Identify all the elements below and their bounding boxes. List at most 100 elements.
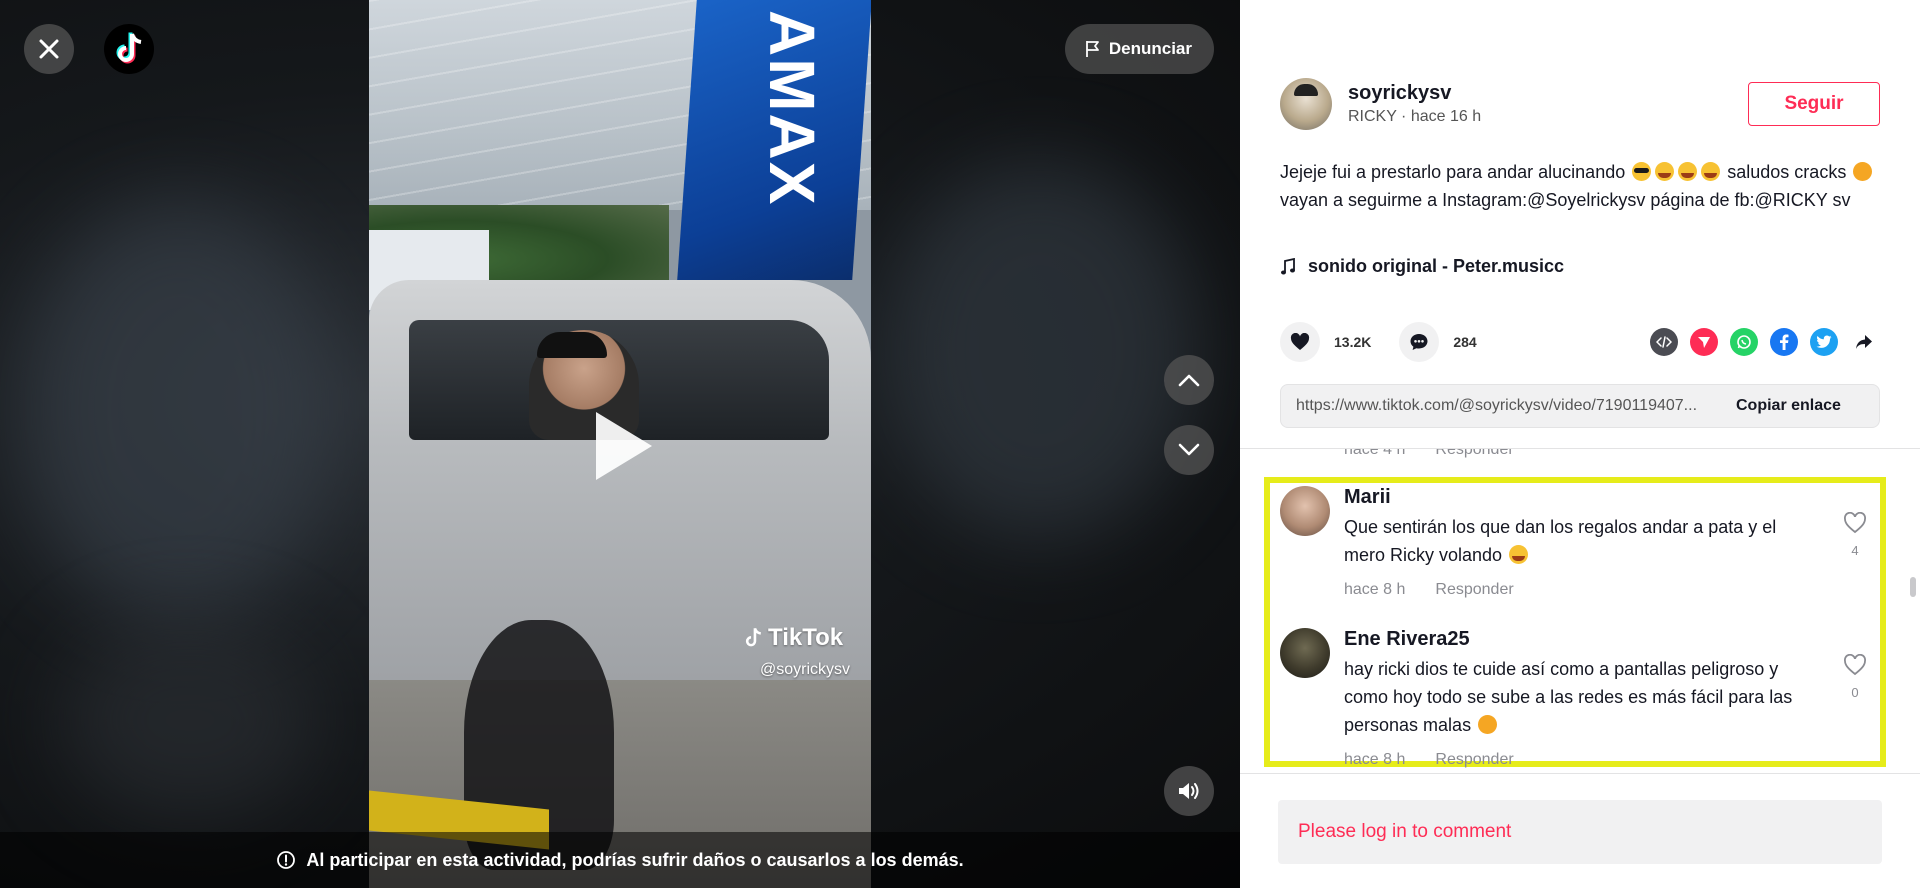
comment-icon [1410, 334, 1428, 350]
author-nickname: RICKY [1348, 108, 1397, 125]
watermark-username: @soyrickysv [760, 661, 851, 678]
comment-time: hace 8 h [1344, 751, 1406, 768]
embed-icon [1656, 336, 1672, 348]
tiktok-watermark-icon [745, 627, 762, 647]
tiktok-watermark: TikTok [742, 624, 843, 652]
reply-button[interactable]: Responder [1435, 751, 1513, 769]
heart-icon [1290, 333, 1310, 350]
author-meta: RICKY · hace 16 h [1348, 108, 1481, 126]
comment-like-count: 4 [1851, 543, 1859, 558]
avatar[interactable] [1280, 78, 1332, 130]
comment-author[interactable]: Ene Rivera25 [1344, 628, 1814, 651]
like-count: 13.2K [1334, 334, 1372, 350]
comment-like[interactable]: 0 [1840, 653, 1870, 700]
music-link[interactable]: sonido original - Peter.musicc [1280, 256, 1564, 277]
watermark-brand: TikTok [768, 624, 844, 651]
safety-warning: Al participar en esta actividad, podrías… [0, 832, 1240, 888]
blush-emoji [1853, 162, 1873, 181]
previous-comment-time: hace 4 h [1344, 449, 1406, 458]
twitter-icon [1816, 335, 1832, 348]
previous-video-button[interactable] [1164, 355, 1214, 405]
safety-warning-text: Al participar en esta actividad, podrías… [306, 849, 964, 870]
author-meta-separator: · [1396, 108, 1411, 125]
desc-text-3: vayan a seguirme a Instagram:@Soyelricky… [1280, 190, 1851, 210]
previous-comment-meta: hace 4 h Responder [1344, 449, 1514, 459]
video-player-area: Denunciar AMAX TikTok @soyrickysv Al par… [0, 0, 1240, 888]
heart-outline-icon [1844, 511, 1866, 534]
desc-text-2: saludos cracks [1727, 162, 1847, 182]
play-icon[interactable] [596, 412, 652, 480]
heart-outline-icon [1844, 653, 1866, 676]
music-note-icon [1281, 257, 1295, 274]
share-options [1650, 328, 1878, 356]
avatar[interactable] [1280, 486, 1330, 536]
post-time: hace 16 h [1410, 108, 1482, 125]
report-button[interactable]: Denunciar [1064, 24, 1214, 74]
post-description: Jejeje fui a prestarlo para andar alucin… [1280, 158, 1880, 214]
video-scene-cap [537, 332, 607, 358]
facebook-share-button[interactable] [1770, 328, 1798, 356]
chevron-down-icon [1178, 443, 1200, 456]
facebook-icon [1780, 334, 1789, 350]
info-icon [277, 851, 296, 869]
video-link[interactable]: https://www.tiktok.com/@soyrickysv/video… [1296, 397, 1726, 415]
tiktok-logo-icon [116, 32, 142, 64]
close-button[interactable] [24, 24, 74, 74]
details-panel: soyrickysv RICKY · hace 16 h Seguir Jeje… [1240, 0, 1920, 888]
next-video-button[interactable] [1164, 425, 1214, 475]
previous-comment-reply[interactable]: Responder [1435, 449, 1513, 459]
dizzy-emoji [1478, 715, 1498, 734]
share-arrow-icon [1856, 335, 1872, 349]
author-info[interactable]: soyrickysv RICKY · hace 16 h [1280, 78, 1481, 130]
author-username[interactable]: soyrickysv [1348, 82, 1481, 105]
tiktok-logo[interactable] [104, 24, 154, 74]
background-blur [20, 200, 340, 620]
comment-button[interactable] [1399, 322, 1440, 362]
paper-plane-icon [1698, 337, 1710, 348]
laughing-emoji [1509, 545, 1529, 564]
comment-body: Ene Rivera25 hay ricki dios te cuide así… [1344, 628, 1814, 769]
embed-button[interactable] [1650, 328, 1678, 356]
comment-text-content: hay ricki dios te cuide así como a panta… [1344, 659, 1793, 735]
comment-text: Que sentirán los que dan los regalos and… [1344, 513, 1814, 569]
laughing-emoji [1655, 162, 1675, 181]
flag-icon [1085, 41, 1099, 57]
chevron-up-icon [1178, 374, 1200, 387]
like-button[interactable] [1280, 322, 1320, 362]
twitter-share-button[interactable] [1810, 328, 1838, 356]
comment-list: hace 4 h Responder Marii Que sentirán lo… [1240, 449, 1920, 773]
laughing-emoji [1678, 162, 1698, 181]
login-to-comment[interactable]: Please log in to comment [1278, 800, 1882, 864]
close-icon [39, 39, 59, 59]
sunglasses-emoji [1632, 162, 1652, 181]
comment-meta: hace 8 h Responder [1344, 751, 1814, 769]
copy-link-button[interactable]: Copiar enlace [1736, 397, 1841, 415]
video-scene-banner-text: AMAX [756, 10, 828, 207]
volume-icon [1179, 783, 1199, 799]
comment-author[interactable]: Marii [1344, 486, 1814, 509]
whatsapp-icon [1737, 335, 1751, 349]
comment-like[interactable]: 4 [1840, 511, 1870, 558]
comment-text-content: Que sentirán los que dan los regalos and… [1344, 517, 1777, 565]
background-blur [880, 160, 1200, 540]
more-share-button[interactable] [1850, 328, 1878, 356]
comment-scrollbar[interactable] [1910, 577, 1916, 597]
comment-like-count: 0 [1851, 685, 1859, 700]
follow-button[interactable]: Seguir [1748, 82, 1880, 126]
send-to-friends-button[interactable] [1690, 328, 1718, 356]
report-label: Denunciar [1108, 39, 1192, 58]
section-divider [1240, 773, 1920, 774]
music-title: sonido original - Peter.musicc [1308, 256, 1565, 276]
engagement-bar: 13.2K 284 [1280, 322, 1491, 362]
reply-button[interactable]: Responder [1435, 581, 1513, 599]
comment-count: 284 [1453, 334, 1477, 350]
desc-text-1: Jejeje fui a prestarlo para andar alucin… [1280, 162, 1626, 182]
avatar[interactable] [1280, 628, 1330, 678]
comment-text: hay ricki dios te cuide así como a panta… [1344, 655, 1814, 739]
volume-button[interactable] [1164, 766, 1214, 816]
comment-body: Marii Que sentirán los que dan los regal… [1344, 486, 1814, 599]
laughing-emoji [1701, 162, 1721, 181]
comment-meta: hace 8 h Responder [1344, 581, 1814, 599]
whatsapp-share-button[interactable] [1730, 328, 1758, 356]
background-blur [60, 620, 320, 820]
